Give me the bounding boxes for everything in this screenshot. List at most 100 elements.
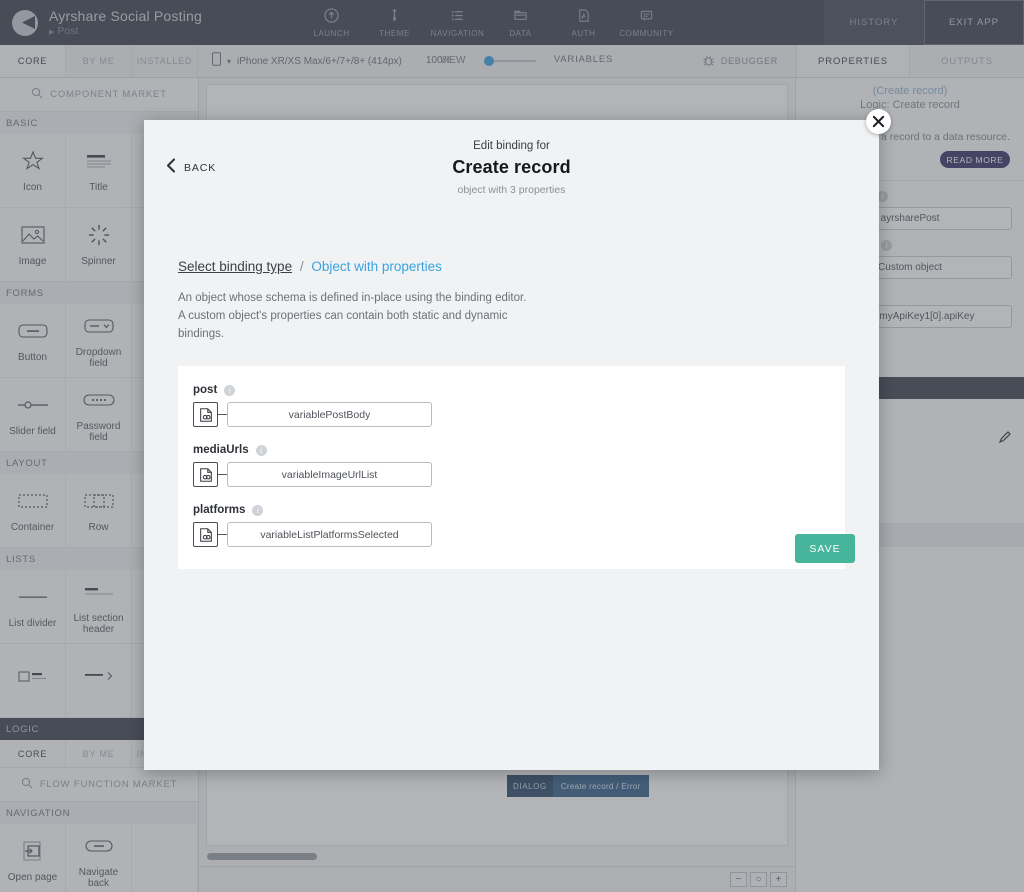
component-nav-item[interactable] — [66, 644, 132, 718]
node-subtitle: Logic: Create record — [796, 99, 1024, 111]
component-market-search[interactable]: COMPONENT MARKET — [0, 78, 198, 112]
component-label: Icon — [20, 182, 45, 194]
modal-breadcrumb: Select binding type / Object with proper… — [178, 259, 879, 274]
component-dropdown-field[interactable]: Dropdown field — [66, 304, 132, 378]
flow-node-tag: DIALOG — [507, 775, 553, 797]
secondary-toolbar: CORE BY ME INSTALLED ▾ iPhone XR/XS Max/… — [0, 45, 1024, 78]
device-label[interactable]: iPhone XR/XS Max/6+/7+/8+ (414px) — [237, 56, 402, 67]
nav-item-community[interactable]: COMMUNITY — [615, 7, 678, 38]
component-title[interactable]: Title — [66, 134, 132, 208]
logic-open-page[interactable]: Open page — [0, 824, 66, 892]
ayrshare-logo-icon — [12, 10, 38, 36]
component-button[interactable]: Button — [0, 304, 66, 378]
property-row-post: post i variablePostBody — [178, 384, 845, 427]
debugger-label: DEBUGGER — [721, 56, 778, 66]
auth-document-icon — [576, 7, 591, 24]
nav-item-auth[interactable]: AUTH — [552, 7, 615, 38]
object-binding-icon[interactable] — [193, 462, 218, 487]
object-binding-icon[interactable] — [193, 402, 218, 427]
slider-icon — [16, 391, 50, 419]
zoom-reset-button[interactable]: ○ — [750, 872, 767, 887]
breadcrumb-object-with-properties[interactable]: Object with properties — [311, 259, 442, 274]
component-market-label: COMPONENT MARKET — [50, 89, 167, 100]
nav-item-theme[interactable]: THEME — [363, 7, 426, 38]
property-label-row: platforms i — [193, 504, 845, 516]
zoom-out-button[interactable]: − — [730, 872, 747, 887]
flow-node-dialog-create-record[interactable]: DIALOG Create record / Error — [507, 775, 649, 797]
info-icon[interactable]: i — [256, 445, 267, 456]
property-value-input[interactable]: variableImageUrlList — [227, 462, 432, 487]
property-row-mediaurls: mediaUrls i variableImageUrlList — [178, 444, 845, 487]
breadcrumb-select-binding-type[interactable]: Select binding type — [178, 259, 292, 274]
info-icon[interactable]: i — [881, 240, 892, 251]
component-image[interactable]: Image — [0, 208, 66, 282]
pencil-icon[interactable] — [998, 430, 1012, 447]
logic-tab-by-me[interactable]: BY ME — [66, 740, 132, 767]
component-slider-field[interactable]: Slider field — [0, 378, 66, 452]
zoom-slider-knob[interactable] — [484, 56, 494, 66]
component-list-divider[interactable]: List divider — [0, 570, 66, 644]
component-media-item[interactable] — [0, 644, 66, 718]
nav-label-community: COMMUNITY — [619, 29, 673, 38]
tab-properties[interactable]: PROPERTIES — [796, 45, 910, 77]
nav-label-auth: AUTH — [572, 29, 596, 38]
community-chat-icon — [639, 7, 654, 24]
component-spinner[interactable]: Spinner — [66, 208, 132, 282]
divider-icon — [17, 583, 49, 611]
search-icon — [31, 86, 43, 104]
modal-title: Create record — [144, 157, 879, 178]
component-row[interactable]: Row — [66, 474, 132, 548]
component-label: List divider — [6, 618, 60, 630]
breadcrumb[interactable]: ▶Post — [49, 25, 202, 37]
nav-item-data[interactable]: DATA — [489, 7, 552, 38]
canvas-horizontal-scrollbar[interactable] — [207, 848, 802, 864]
property-label-row: post i — [193, 384, 845, 396]
dropdown-icon — [83, 312, 115, 340]
info-icon[interactable]: i — [252, 505, 263, 516]
zoom-in-button[interactable]: + — [770, 872, 787, 887]
tab-by-me[interactable]: BY ME — [66, 45, 132, 77]
device-caret-icon[interactable]: ▾ — [227, 57, 231, 66]
save-button[interactable]: SAVE — [795, 534, 855, 563]
tab-outputs[interactable]: OUTPUTS — [910, 45, 1024, 77]
app-title: Ayrshare Social Posting — [49, 8, 202, 24]
zoom-control[interactable]: 100% VIEW VARIABLES — [426, 51, 556, 71]
object-binding-icon[interactable] — [193, 522, 218, 547]
component-label: Spinner — [78, 256, 118, 268]
nav-item-navigation[interactable]: NAVIGATION — [426, 7, 489, 38]
title-lines-icon — [84, 147, 114, 175]
exit-app-button[interactable]: EXIT APP — [924, 0, 1024, 45]
data-folder-icon — [513, 7, 528, 24]
theme-brush-icon — [387, 7, 402, 24]
nav-label-data: DATA — [509, 29, 531, 38]
component-password-field[interactable]: Password field — [66, 378, 132, 452]
breadcrumb-separator: / — [300, 259, 304, 274]
read-more-button[interactable]: READ MORE — [940, 151, 1010, 168]
logic-navigate-back[interactable]: Navigate back — [66, 824, 132, 892]
history-button[interactable]: HISTORY — [824, 0, 924, 45]
binding-connector — [218, 474, 227, 475]
debugger-button[interactable]: DEBUGGER — [702, 45, 796, 77]
info-icon[interactable]: i — [224, 385, 235, 396]
component-icon[interactable]: Icon — [0, 134, 66, 208]
component-list-section-header[interactable]: List section header — [66, 570, 132, 644]
flow-function-market-search[interactable]: FLOW FUNCTION MARKET — [0, 768, 198, 802]
property-value-input[interactable]: variableListPlatformsSelected — [227, 522, 432, 547]
close-icon[interactable] — [866, 109, 891, 134]
tab-installed[interactable]: INSTALLED — [132, 45, 198, 77]
brand-block[interactable]: Ayrshare Social Posting ▶Post — [0, 8, 300, 37]
container-icon — [17, 487, 49, 515]
modal-back-button[interactable]: BACK — [166, 158, 216, 178]
logic-tab-core[interactable]: CORE — [0, 740, 66, 767]
property-label-row: mediaUrls i — [193, 444, 845, 456]
scrollbar-thumb[interactable] — [207, 853, 317, 860]
component-container[interactable]: Container — [0, 474, 66, 548]
property-value-input[interactable]: variablePostBody — [227, 402, 432, 427]
nav-item-launch[interactable]: LAUNCH — [300, 7, 363, 38]
logic-blank[interactable] — [132, 824, 198, 892]
variables-label[interactable]: VARIABLES — [554, 54, 613, 65]
nav-item-icon — [83, 663, 115, 691]
flow-function-market-label: FLOW FUNCTION MARKET — [40, 779, 177, 790]
property-input-row: variableImageUrlList — [193, 462, 845, 487]
tab-core[interactable]: CORE — [0, 45, 66, 77]
